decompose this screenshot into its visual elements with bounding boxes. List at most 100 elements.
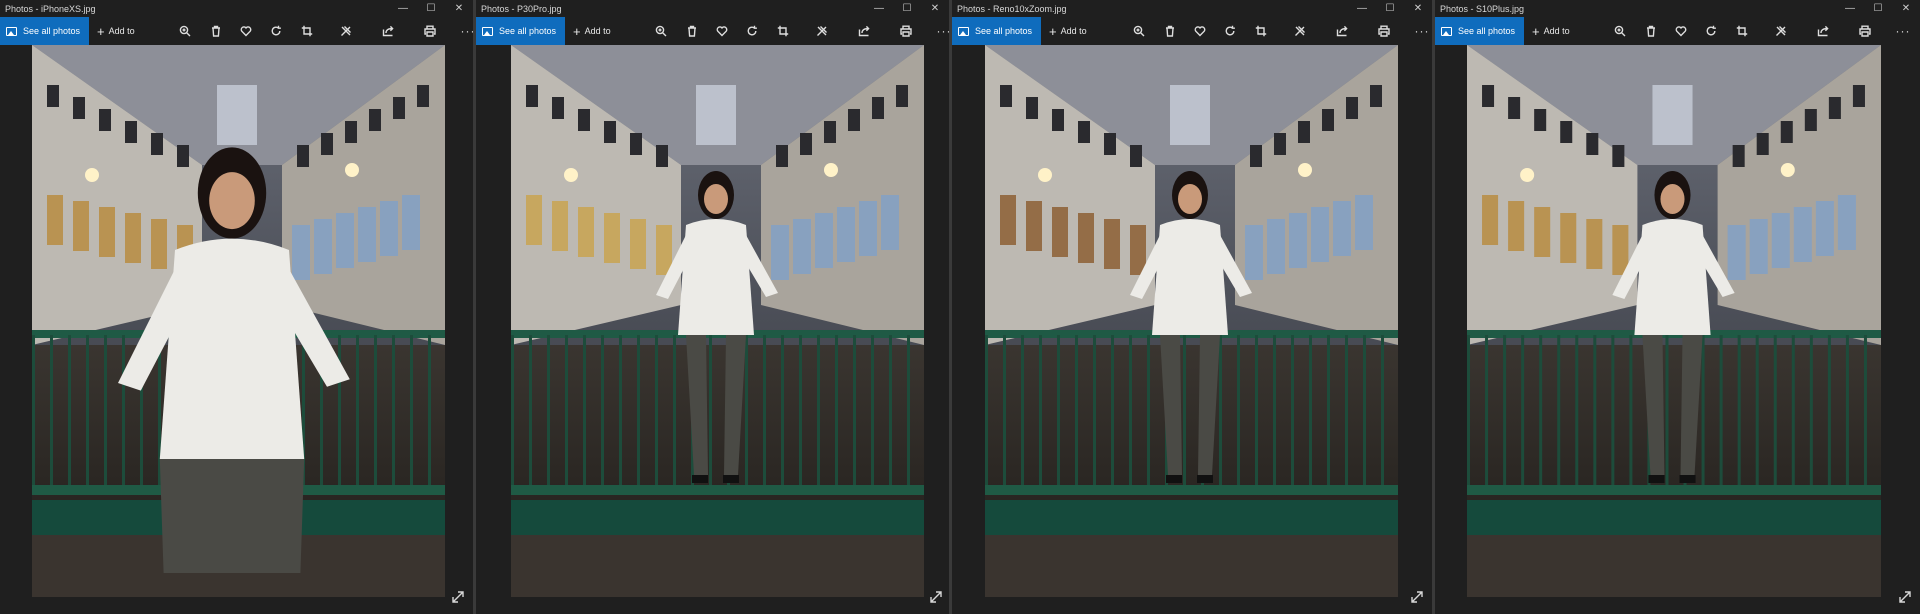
delete-button[interactable] <box>1160 17 1180 45</box>
share-icon <box>382 25 394 37</box>
add-to-label: Add to <box>1060 26 1087 36</box>
minimize-button[interactable]: — <box>1836 0 1864 17</box>
title-bar[interactable]: Photos - S10Plus.jpg — ☐ ✕ <box>1435 0 1920 17</box>
print-icon <box>424 25 436 37</box>
title-bar[interactable]: Photos - Reno10xZoom.jpg — ☐ ✕ <box>952 0 1432 17</box>
window-title: Photos - S10Plus.jpg <box>1440 3 1525 14</box>
minimize-button[interactable]: — <box>865 0 893 17</box>
add-to-button[interactable]: + Add to <box>573 25 611 38</box>
rotate-button[interactable] <box>1220 17 1240 45</box>
add-to-button[interactable]: + Add to <box>1532 25 1570 38</box>
rotate-icon <box>271 25 281 36</box>
print-button[interactable] <box>420 17 440 45</box>
rotate-button[interactable] <box>742 17 762 45</box>
print-icon <box>1378 25 1390 37</box>
delete-button[interactable] <box>206 17 226 45</box>
heart-button[interactable] <box>1671 17 1691 45</box>
fullscreen-button[interactable] <box>1898 590 1912 604</box>
title-bar[interactable]: Photos - P30Pro.jpg — ☐ ✕ <box>476 0 949 17</box>
zoom-icon <box>1133 25 1145 37</box>
crop-button[interactable] <box>297 17 317 45</box>
title-bar[interactable]: Photos - iPhoneXS.jpg — ☐ ✕ <box>0 0 473 17</box>
maximize-button[interactable]: ☐ <box>1864 0 1892 17</box>
zoom-button[interactable] <box>175 17 195 45</box>
more-icon: ··· <box>1414 24 1430 38</box>
add-to-button[interactable]: + Add to <box>1049 25 1087 38</box>
minimize-button[interactable]: — <box>1348 0 1376 17</box>
crop-button[interactable] <box>1251 17 1271 45</box>
close-button[interactable]: ✕ <box>1404 0 1432 17</box>
edit-button[interactable] <box>812 17 832 45</box>
zoom-button[interactable] <box>651 17 671 45</box>
delete-icon <box>1647 25 1655 37</box>
expand-icon <box>1411 591 1423 603</box>
see-all-label: See all photos <box>1458 26 1516 36</box>
more-button[interactable]: ··· <box>458 17 474 45</box>
share-button[interactable] <box>854 17 874 45</box>
plus-icon: + <box>1532 23 1540 39</box>
more-button[interactable]: ··· <box>1412 17 1432 45</box>
photo[interactable] <box>511 45 924 597</box>
plus-icon: + <box>97 23 105 39</box>
add-to-label: Add to <box>108 26 135 36</box>
print-button[interactable] <box>896 17 916 45</box>
window-title: Photos - Reno10xZoom.jpg <box>957 3 1067 14</box>
delete-button[interactable] <box>1641 17 1661 45</box>
photo[interactable] <box>32 45 445 597</box>
more-button[interactable]: ··· <box>1893 17 1913 45</box>
crop-icon <box>1255 25 1267 37</box>
zoom-icon <box>1614 25 1626 37</box>
more-button[interactable]: ··· <box>934 17 950 45</box>
delete-icon <box>1166 25 1174 37</box>
share-icon <box>1336 25 1348 37</box>
expand-icon <box>1899 591 1911 603</box>
toolbar: See all photos + Add to ··· <box>1435 17 1920 45</box>
add-to-label: Add to <box>1543 26 1570 36</box>
heart-button[interactable] <box>236 17 256 45</box>
close-button[interactable]: ✕ <box>445 0 473 17</box>
zoom-button[interactable] <box>1610 17 1630 45</box>
share-button[interactable] <box>378 17 398 45</box>
crop-button[interactable] <box>773 17 793 45</box>
close-button[interactable]: ✕ <box>1892 0 1920 17</box>
add-to-button[interactable]: + Add to <box>97 25 135 38</box>
photo-viewer <box>476 45 949 614</box>
see-all-photos-button[interactable]: See all photos <box>1435 17 1525 45</box>
fullscreen-button[interactable] <box>929 590 943 604</box>
heart-button[interactable] <box>712 17 732 45</box>
zoom-icon <box>655 25 667 37</box>
crop-button[interactable] <box>1732 17 1752 45</box>
share-button[interactable] <box>1332 17 1352 45</box>
rotate-icon <box>1706 25 1716 36</box>
heart-button[interactable] <box>1190 17 1210 45</box>
share-button[interactable] <box>1813 17 1833 45</box>
print-button[interactable] <box>1374 17 1394 45</box>
edit-icon <box>1295 26 1305 36</box>
delete-button[interactable] <box>682 17 702 45</box>
crop-icon <box>301 25 313 37</box>
photo[interactable] <box>1467 45 1881 597</box>
rotate-button[interactable] <box>266 17 286 45</box>
zoom-button[interactable] <box>1129 17 1149 45</box>
toolbar-icons: ··· <box>168 17 473 45</box>
delete-icon <box>212 25 220 37</box>
maximize-button[interactable]: ☐ <box>417 0 445 17</box>
photo[interactable] <box>985 45 1398 597</box>
edit-button[interactable] <box>1771 17 1791 45</box>
maximize-button[interactable]: ☐ <box>1376 0 1404 17</box>
see-all-photos-button[interactable]: See all photos <box>0 17 90 45</box>
close-button[interactable]: ✕ <box>921 0 949 17</box>
edit-button[interactable] <box>1290 17 1310 45</box>
fullscreen-button[interactable] <box>451 590 465 604</box>
plus-icon: + <box>573 23 581 39</box>
see-all-photos-button[interactable]: See all photos <box>476 17 566 45</box>
maximize-button[interactable]: ☐ <box>893 0 921 17</box>
edit-button[interactable] <box>336 17 356 45</box>
print-button[interactable] <box>1855 17 1875 45</box>
see-all-photos-button[interactable]: See all photos <box>952 17 1042 45</box>
fullscreen-button[interactable] <box>1410 590 1424 604</box>
rotate-button[interactable] <box>1701 17 1721 45</box>
minimize-button[interactable]: — <box>389 0 417 17</box>
crop-icon <box>1736 25 1748 37</box>
photos-window-2: Photos - P30Pro.jpg — ☐ ✕ See all photos… <box>476 0 949 614</box>
